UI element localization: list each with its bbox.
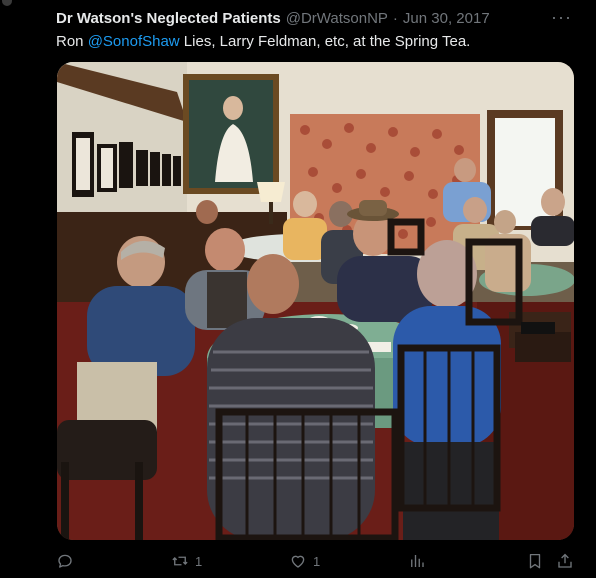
retweet-button[interactable]: 1 [171, 552, 202, 570]
views-button[interactable] [408, 552, 426, 570]
tweet-text-suffix: Lies, Larry Feldman, etc, at the Spring … [179, 33, 471, 50]
tweet-header: Dr Watson's Neglected Patients @DrWatson… [56, 8, 576, 28]
avatar[interactable] [2, 0, 12, 6]
more-icon[interactable]: ··· [551, 8, 572, 26]
like-count: 1 [313, 553, 321, 569]
photo-illustration [57, 62, 574, 540]
bookmark-button[interactable] [526, 552, 544, 570]
like-button[interactable]: 1 [289, 552, 320, 570]
tweet-text: Ron @SonofShaw Lies, Larry Feldman, etc,… [56, 32, 576, 52]
retweet-icon [172, 556, 188, 566]
reply-button[interactable] [56, 552, 80, 570]
author-handle[interactable]: @DrWatsonNP [286, 10, 388, 27]
mention-link[interactable]: @SonofShaw [88, 33, 180, 50]
tweet-date[interactable]: Jun 30, 2017 [403, 10, 490, 27]
share-icon [558, 553, 572, 568]
retweet-count: 1 [195, 553, 203, 569]
separator-dot: · [392, 9, 398, 27]
views-icon [411, 555, 424, 567]
tweet-photo[interactable] [57, 62, 574, 540]
bookmark-icon [529, 553, 541, 569]
tweet-actions: 1 1 [0, 548, 596, 576]
reply-icon [58, 554, 72, 568]
author-name[interactable]: Dr Watson's Neglected Patients [56, 10, 281, 27]
tweet-text-prefix: Ron [56, 33, 88, 50]
share-button[interactable] [556, 552, 574, 570]
like-icon [291, 555, 305, 568]
